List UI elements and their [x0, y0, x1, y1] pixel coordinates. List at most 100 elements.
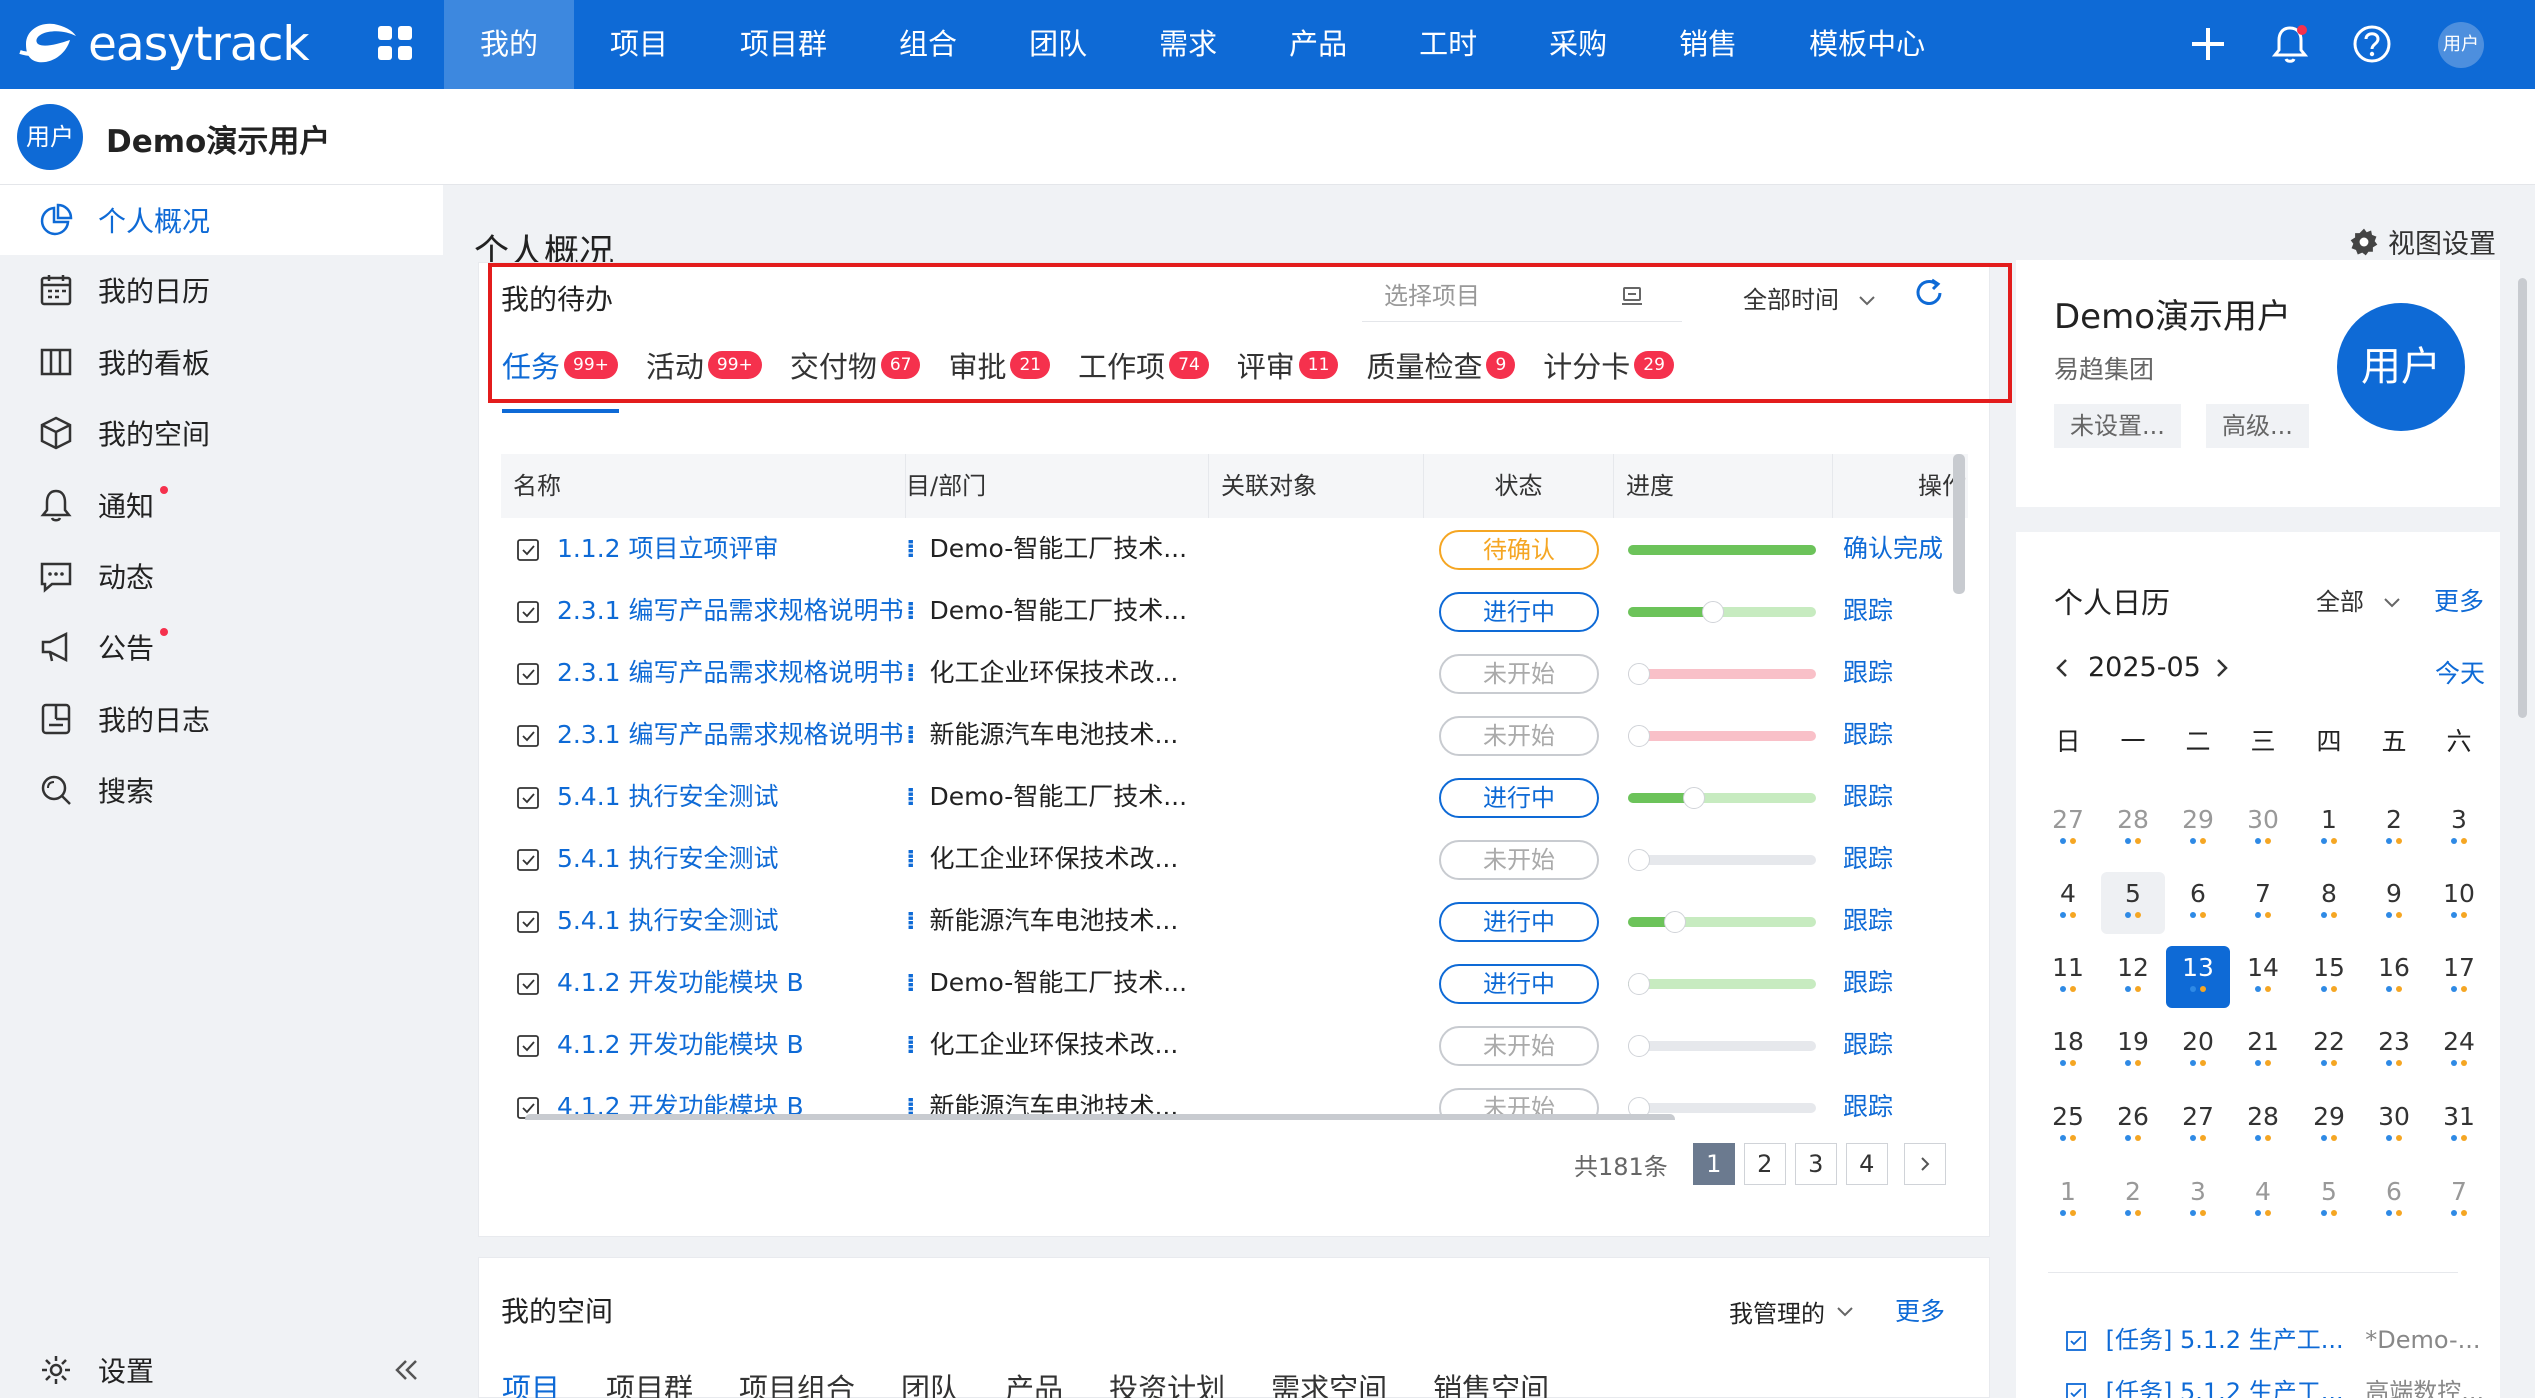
calendar-day[interactable]: 27	[2036, 798, 2100, 860]
nav-item-program[interactable]: 项目群	[704, 0, 863, 89]
page-vertical-scrollbar[interactable]	[2518, 278, 2527, 718]
sidebar-item-search[interactable]: 搜索	[0, 755, 443, 825]
task-name-link[interactable]: 2.3.1 编写产品需求规格说明书	[557, 658, 904, 687]
page-button[interactable]: 3	[1794, 1143, 1837, 1185]
profile-advanced-button[interactable]: 高级...	[2206, 404, 2309, 448]
sidebar-item-board[interactable]: 我的看板	[0, 327, 443, 397]
calendar-day[interactable]: 6	[2166, 872, 2230, 934]
nav-item-mine[interactable]: 我的	[444, 0, 575, 89]
calendar-day[interactable]: 6	[2362, 1170, 2426, 1232]
sidebar-item-notification[interactable]: 通知	[0, 470, 443, 540]
calendar-day[interactable]: 27	[2166, 1095, 2230, 1157]
task-name-link[interactable]: 4.1.2 开发功能模块 B	[557, 968, 804, 997]
calendar-day[interactable]: 29	[2166, 798, 2230, 860]
sidebar-item-overview[interactable]: 个人概况	[0, 185, 443, 255]
calendar-day[interactable]: 10	[2427, 872, 2491, 934]
column-header-status[interactable]: 状态	[1424, 454, 1614, 518]
table-row[interactable]: 2.3.1 编写产品需求规格说明书 ⁞ 化工企业环保技术改... 未开始 跟踪	[501, 642, 1968, 704]
calendar-day[interactable]: 30	[2231, 798, 2295, 860]
table-row[interactable]: 5.4.1 执行安全测试 ⁞ 新能源汽车电池技术... 进行中 跟踪	[501, 890, 1968, 952]
sidebar-item-calendar[interactable]: 我的日历	[0, 255, 443, 325]
calendar-day[interactable]: 25	[2036, 1095, 2100, 1157]
column-header-related[interactable]: 关联对象	[1209, 454, 1424, 518]
calendar-day[interactable]: 15	[2297, 946, 2361, 1008]
calendar-day[interactable]: 4	[2231, 1170, 2295, 1232]
table-horizontal-scrollbar[interactable]	[525, 1114, 1675, 1120]
calendar-day[interactable]: 26	[2101, 1095, 2165, 1157]
sidebar-item-space[interactable]: 我的空间	[0, 398, 443, 468]
space-tab-portfolio[interactable]: 项目组合	[739, 1366, 855, 1398]
calendar-day[interactable]: 29	[2297, 1095, 2361, 1157]
easytrack-logo[interactable]: easytrack	[18, 12, 310, 76]
page-button[interactable]: 1	[1692, 1143, 1735, 1185]
column-header-project[interactable]: 目/部门	[906, 454, 1209, 518]
calendar-day[interactable]: 23	[2362, 1020, 2426, 1082]
calendar-day[interactable]: 20	[2166, 1020, 2230, 1082]
task-name-link[interactable]: 2.3.1 编写产品需求规格说明书	[557, 720, 904, 749]
calendar-day[interactable]: 24	[2427, 1020, 2491, 1082]
help-icon[interactable]	[2350, 22, 2394, 66]
task-name-link[interactable]: 4.1.2 开发功能模块 B	[557, 1030, 804, 1059]
nav-item-product[interactable]: 产品	[1253, 0, 1383, 89]
apps-grid-icon[interactable]	[376, 24, 414, 62]
calendar-day[interactable]: 13	[2166, 946, 2230, 1008]
calendar-more-link[interactable]: 更多	[2434, 582, 2484, 618]
calendar-day[interactable]: 17	[2427, 946, 2491, 1008]
bell-icon[interactable]	[2268, 22, 2312, 66]
task-name-link[interactable]: 5.4.1 执行安全测试	[557, 844, 779, 873]
calendar-task-item[interactable]: [任务] 5.1.2 生产工... *Demo-...	[2064, 1320, 2481, 1355]
calendar-day[interactable]: 28	[2231, 1095, 2295, 1157]
calendar-day[interactable]: 14	[2231, 946, 2295, 1008]
calendar-day[interactable]: 16	[2362, 946, 2426, 1008]
table-vertical-scrollbar[interactable]	[1953, 454, 1965, 594]
table-row[interactable]: 4.1.2 开发功能模块 B ⁞ 化工企业环保技术改... 未开始 跟踪	[501, 1014, 1968, 1076]
calendar-day[interactable]: 3	[2427, 798, 2491, 860]
nav-item-team[interactable]: 团队	[993, 0, 1123, 89]
table-row[interactable]: 1.1.2 项目立项评审 ⁞ Demo-智能工厂技术... 待确认 确认完成	[501, 518, 1968, 580]
action-link[interactable]: 跟踪	[1843, 1076, 1968, 1120]
calendar-day[interactable]: 21	[2231, 1020, 2295, 1082]
next-month-icon[interactable]	[2212, 656, 2232, 680]
calendar-day[interactable]: 19	[2101, 1020, 2165, 1082]
action-link[interactable]: 确认完成	[1843, 518, 1968, 580]
calendar-filter-select[interactable]: 全部	[2316, 582, 2402, 617]
calendar-day[interactable]: 9	[2362, 872, 2426, 934]
task-name-link[interactable]: 1.1.2 项目立项评审	[557, 534, 779, 563]
calendar-task-item[interactable]: [任务] 5.1.2 生产工... 高端数控...	[2064, 1372, 2484, 1398]
next-page-button[interactable]	[1903, 1143, 1946, 1185]
view-settings-button[interactable]: 视图设置	[2348, 222, 2496, 261]
space-tab-team[interactable]: 团队	[901, 1366, 959, 1398]
nav-item-portfolio[interactable]: 组合	[863, 0, 993, 89]
nav-item-purchase[interactable]: 采购	[1513, 0, 1643, 89]
calendar-day[interactable]: 2	[2101, 1170, 2165, 1232]
table-row[interactable]: 5.4.1 执行安全测试 ⁞ Demo-智能工厂技术... 进行中 跟踪	[501, 766, 1968, 828]
plus-icon[interactable]	[2186, 22, 2230, 66]
space-tab-requirement[interactable]: 需求空间	[1271, 1366, 1387, 1398]
task-name-link[interactable]: 2.3.1 编写产品需求规格说明书	[557, 596, 904, 625]
calendar-day[interactable]: 18	[2036, 1020, 2100, 1082]
action-link[interactable]: 跟踪	[1843, 766, 1968, 828]
calendar-day[interactable]: 7	[2231, 872, 2295, 934]
sidebar-settings[interactable]: 设置	[0, 1335, 443, 1398]
action-link[interactable]: 跟踪	[1843, 890, 1968, 952]
column-header-name[interactable]: 名称	[501, 454, 906, 518]
action-link[interactable]: 跟踪	[1843, 828, 1968, 890]
page-button[interactable]: 4	[1845, 1143, 1888, 1185]
calendar-day[interactable]: 12	[2101, 946, 2165, 1008]
calendar-today-button[interactable]: 今天	[2435, 654, 2485, 690]
calendar-day[interactable]: 31	[2427, 1095, 2491, 1157]
task-name-link[interactable]: 5.4.1 执行安全测试	[557, 906, 779, 935]
page-button[interactable]: 2	[1743, 1143, 1786, 1185]
sidebar-item-activity[interactable]: 动态	[0, 541, 443, 611]
nav-item-template-center[interactable]: 模板中心	[1773, 0, 1961, 89]
sidebar-item-log[interactable]: 我的日志	[0, 684, 443, 754]
column-header-progress[interactable]: 进度	[1614, 454, 1833, 518]
calendar-day[interactable]: 30	[2362, 1095, 2426, 1157]
calendar-day[interactable]: 5	[2297, 1170, 2361, 1232]
collapse-sidebar-icon[interactable]	[392, 1356, 420, 1384]
calendar-day[interactable]: 4	[2036, 872, 2100, 934]
table-row[interactable]: 2.3.1 编写产品需求规格说明书 ⁞ 新能源汽车电池技术... 未开始 跟踪	[501, 704, 1968, 766]
action-link[interactable]: 跟踪	[1843, 1014, 1968, 1076]
nav-item-sales[interactable]: 销售	[1643, 0, 1773, 89]
nav-item-timesheet[interactable]: 工时	[1383, 0, 1513, 89]
